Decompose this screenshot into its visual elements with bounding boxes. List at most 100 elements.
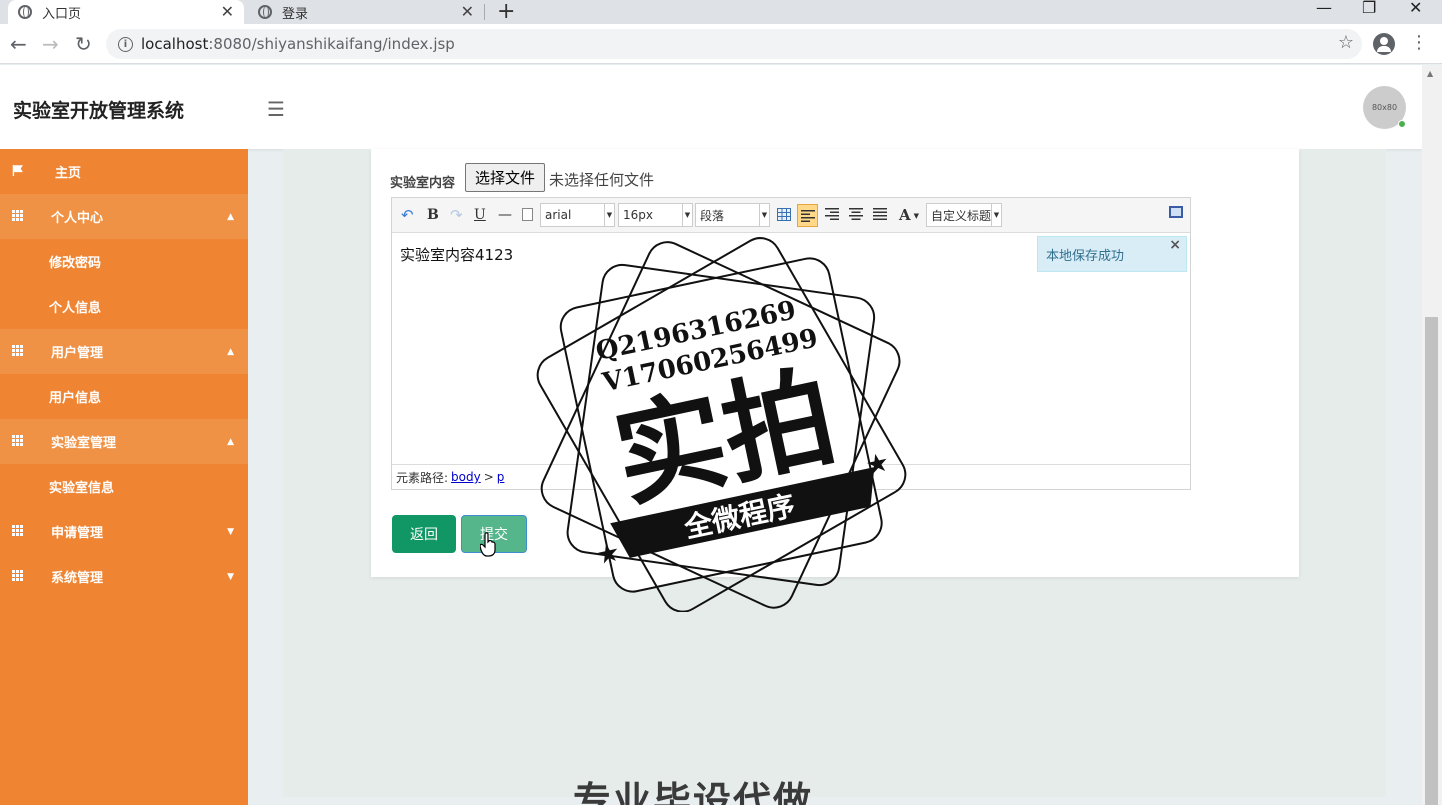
profile-icon[interactable] [1373,33,1395,55]
avatar[interactable]: 80x80 [1363,86,1406,129]
notice-text: 本地保存成功 [1046,248,1125,264]
tab-separator [484,4,485,20]
minimize-button[interactable]: — [1316,0,1332,17]
sidebar-group-system-management[interactable]: 系统管理 ▼ [0,554,248,599]
sidebar-group-personal-center[interactable]: 个人中心 ▲ [0,194,248,239]
new-tab-plus-icon[interactable]: + [497,0,515,24]
restore-button[interactable]: ❐ [1362,0,1376,17]
sidebar-group-lab-management[interactable]: 实验室管理 ▲ [0,419,248,464]
grid-icon [12,210,24,221]
path-body-link[interactable]: body [451,470,481,484]
chevron-down-icon: ▼ [604,204,614,226]
sidebar-item-personal-info[interactable]: 个人信息 [0,284,248,329]
globe-icon [258,5,272,19]
file-status: 未选择任何文件 [549,171,655,189]
font-family-select[interactable]: arial ▼ [540,203,615,227]
save-notice: 本地保存成功 × [1037,236,1187,272]
sidebar-item-home[interactable]: 主页 [0,149,248,194]
hamburger-menu-icon[interactable]: ☰ [267,97,285,121]
url-host: localhost [141,35,209,53]
redo-icon[interactable]: ↷ [450,206,463,224]
sidebar-group-application-management[interactable]: 申请管理 ▼ [0,509,248,554]
forward-arrow-icon[interactable]: → [42,32,59,56]
grid-icon [12,435,24,446]
paragraph-select[interactable]: 段落 ▼ [695,203,770,227]
info-icon[interactable]: i [118,36,133,52]
app-header: 实验室开放管理系统 ☰ 80x80 [0,65,1422,149]
window-close-button[interactable]: ✕ [1409,0,1422,17]
path-separator: > [483,470,494,484]
sidebar-item-label: 实验室信息 [49,481,115,496]
bold-icon[interactable]: B [427,206,439,224]
align-center-icon[interactable] [849,208,863,220]
bottom-watermark-text: 专业毕设代做 [573,779,814,805]
grid-icon [12,525,24,536]
star-icon: ★ [863,447,892,481]
back-arrow-icon[interactable]: ← [10,32,27,56]
paragraph-value: 段落 [700,208,725,223]
custom-title-select[interactable]: 自定义标题 ▼ [926,203,1002,227]
sidebar-group-label: 用户管理 [51,346,104,361]
sidebar-item-label: 用户信息 [49,391,102,406]
path-label: 元素路径: [396,470,449,485]
sidebar-group-label: 个人中心 [51,211,104,226]
page-scrollbar[interactable]: ▲ [1422,65,1442,805]
caret-up-icon: ▲ [227,346,234,357]
globe-icon [18,5,32,19]
chevron-down-icon: ▼ [682,204,692,226]
fullscreen-icon[interactable] [1169,206,1183,218]
document-icon[interactable] [522,208,533,221]
tab-title: 登录 [282,6,309,22]
sidebar-item-label: 主页 [55,166,82,181]
font-color-icon[interactable]: A ▼ [899,206,919,224]
close-icon[interactable]: × [1169,237,1181,253]
scroll-up-icon[interactable]: ▲ [1427,69,1433,78]
tab-index-page[interactable]: 入口页 ✕ [8,0,244,24]
field-label: 实验室内容 [390,176,456,191]
back-button[interactable]: 返回 [392,515,456,553]
underline-icon[interactable]: U [474,206,486,224]
align-right-icon[interactable] [825,208,839,220]
align-left-icon[interactable] [797,204,818,227]
choose-file-button[interactable]: 选择文件 [465,163,545,192]
sidebar-item-lab-info[interactable]: 实验室信息 [0,464,248,509]
caret-down-icon: ▼ [227,571,234,582]
align-justify-icon[interactable] [873,208,887,220]
custom-title-value: 自定义标题 [931,208,992,223]
table-icon[interactable] [777,208,791,221]
horizontal-rule-icon[interactable]: — [498,206,512,224]
url-input[interactable]: i localhost:8080/shiyanshikaifang/index.… [106,29,1362,59]
editor-toolbar: ↶ B ↷ U — arial ▼ 16px ▼ 段落 ▼ A ▼ 自定义标题 ▼ [392,198,1190,233]
avatar-placeholder-text: 80x80 [1371,103,1398,112]
hand-cursor-icon [480,532,496,557]
sidebar-group-user-management[interactable]: 用户管理 ▲ [0,329,248,374]
sidebar-group-label: 申请管理 [51,526,104,541]
close-icon[interactable]: ✕ [221,2,234,21]
sidebar-item-change-password[interactable]: 修改密码 [0,239,248,284]
bookmark-star-icon[interactable]: ☆ [1338,32,1354,53]
undo-icon[interactable]: ↶ [401,206,414,224]
watermark-stamp: Q2196316269 V17060256499 实拍 全微程序 ★ ★ [536,237,907,612]
chevron-down-icon: ▼ [759,204,769,226]
kebab-menu-icon[interactable]: ⋮ [1410,32,1428,53]
online-status-dot [1398,120,1406,128]
browser-address-bar: ← → ↻ i localhost:8080/shiyanshikaifang/… [0,24,1442,64]
browser-tab-bar: 入口页 ✕ 登录 ✕ + — ❐ ✕ [0,0,1442,24]
path-p-link[interactable]: p [497,470,505,484]
font-size-select[interactable]: 16px ▼ [618,203,693,227]
editor-content[interactable]: 实验室内容4123 [400,244,513,265]
scroll-thumb[interactable] [1425,317,1438,805]
flag-icon [12,165,23,176]
tab-login[interactable]: 登录 ✕ [248,0,484,24]
close-icon[interactable]: ✕ [461,2,474,21]
font-family-value: arial [545,208,572,222]
grid-icon [12,345,24,356]
reload-icon[interactable]: ↻ [75,32,92,56]
sidebar-item-user-info[interactable]: 用户信息 [0,374,248,419]
caret-up-icon: ▲ [227,436,234,447]
caret-down-icon: ▼ [227,526,234,537]
app-title: 实验室开放管理系统 [13,100,185,122]
sidebar: 主页 个人中心 ▲ 修改密码 个人信息 用户管理 ▲ 用户信息 实验室管理 ▲ … [0,149,248,805]
font-size-value: 16px [623,208,653,222]
sidebar-item-label: 修改密码 [49,256,102,271]
